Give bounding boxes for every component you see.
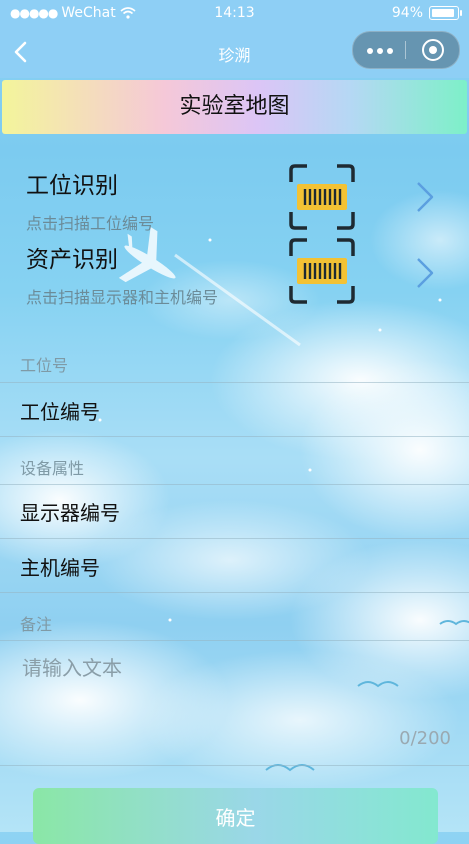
- navigation-bar: 珍溯: [0, 26, 469, 78]
- divider: [0, 436, 469, 437]
- battery-percent: 94%: [391, 5, 423, 21]
- station-section-title: 工位号: [20, 356, 69, 375]
- capsule-divider: [405, 41, 406, 59]
- close-miniprogram-icon[interactable]: [422, 39, 444, 61]
- asset-scan-hint: 点击扫描显示器和主机编号: [26, 288, 219, 307]
- host-number-field[interactable]: 主机编号: [20, 552, 100, 581]
- monitor-number-field[interactable]: 显示器编号: [20, 497, 120, 526]
- chevron-right-icon[interactable]: [414, 180, 436, 214]
- lab-map-header[interactable]: 实验室地图: [2, 80, 467, 134]
- divider: [0, 640, 469, 641]
- chevron-right-icon[interactable]: [414, 256, 436, 290]
- divider: [0, 765, 469, 766]
- device-section-title: 设备属性: [20, 459, 85, 478]
- barcode-scan-icon[interactable]: [289, 238, 355, 304]
- asset-scan-label: 资产识别: [26, 247, 118, 273]
- divider: [0, 592, 469, 593]
- station-scan-label: 工位识别: [26, 173, 118, 199]
- station-scan-hint: 点击扫描工位编号: [26, 214, 155, 233]
- station-scan-row[interactable]: 工位识别 点击扫描工位编号: [0, 160, 469, 233]
- more-options-icon[interactable]: [367, 48, 393, 54]
- confirm-button[interactable]: 确定: [33, 788, 438, 844]
- divider: [0, 382, 469, 383]
- notes-textarea[interactable]: [20, 650, 454, 764]
- barcode-scan-icon[interactable]: [289, 164, 355, 230]
- battery-icon: [429, 6, 462, 20]
- notes-section-title: 备注: [20, 615, 53, 634]
- station-number-field[interactable]: 工位编号: [20, 396, 100, 425]
- character-counter: 0/200: [399, 728, 451, 749]
- divider: [0, 484, 469, 485]
- asset-scan-row[interactable]: 资产识别 点击扫描显示器和主机编号: [0, 236, 469, 308]
- status-bar: ●●●●● WeChat 14:13 94%: [0, 0, 469, 26]
- miniprogram-capsule: [352, 31, 460, 69]
- divider: [0, 538, 469, 539]
